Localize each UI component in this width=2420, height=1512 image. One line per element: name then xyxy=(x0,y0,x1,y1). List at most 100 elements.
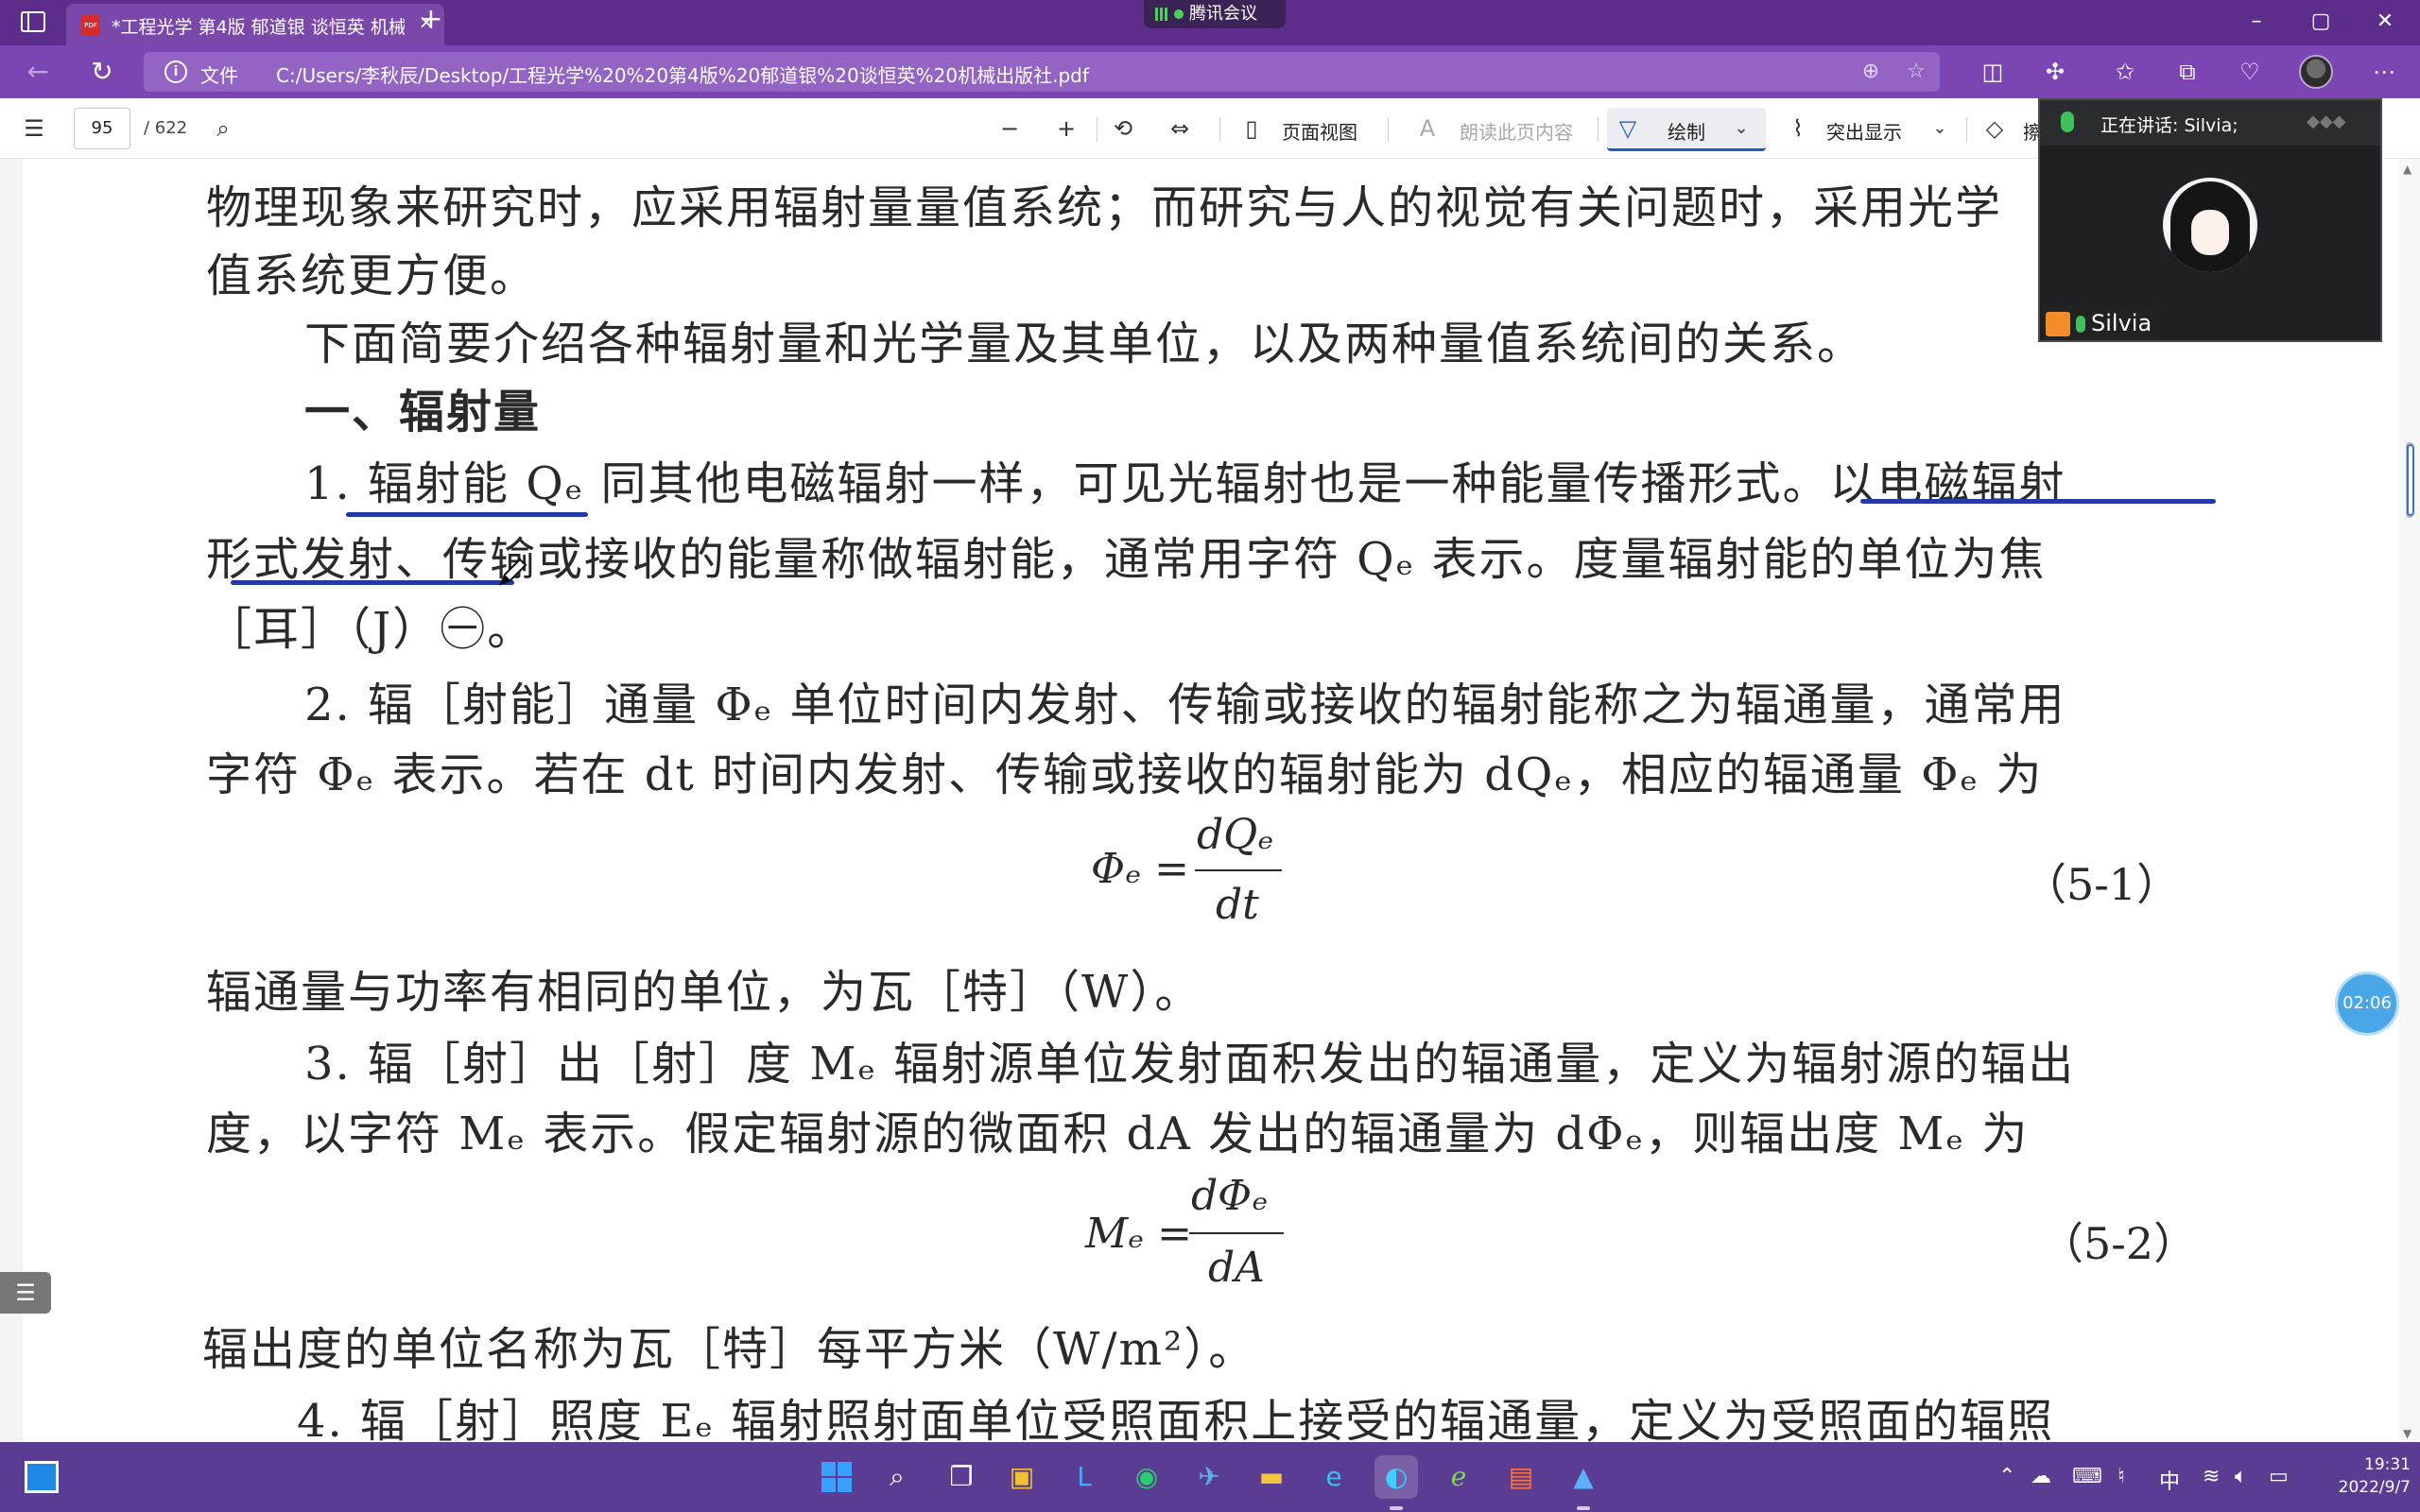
widgets-icon[interactable] xyxy=(25,1461,59,1493)
participant-name: Silvia xyxy=(2091,310,2152,336)
battery-icon[interactable]: ▭ xyxy=(2269,1465,2289,1488)
puzzle-icon[interactable]: ✣ xyxy=(2040,57,2070,87)
collections-icon[interactable]: ⧉ xyxy=(2172,57,2203,87)
mic-icon xyxy=(2076,316,2085,333)
wechat-icon[interactable]: ◉ xyxy=(1125,1455,1168,1499)
zoom-out-button[interactable]: − xyxy=(994,113,1025,144)
text-line: 辐出度的单位名称为瓦［特］每平方米（W/m²）。 xyxy=(202,1323,1256,1376)
meeting-app-label: 腾讯会议 xyxy=(1189,4,1257,24)
address-bar[interactable]: i 文件 C:/Users/李秋辰/Desktop/工程光学%20%20第4版%… xyxy=(144,52,1940,92)
scroll-down-icon[interactable]: ▼ xyxy=(2403,1427,2411,1440)
system-clock[interactable]: 19:31 2022/9/7 xyxy=(2307,1453,2411,1499)
divider xyxy=(1097,117,1098,142)
read-aloud-icon[interactable]: A xyxy=(1412,113,1443,144)
meeting-video-window[interactable]: 正在讲话: Silvia; ◆◆◆ Silvia xyxy=(2038,98,2382,342)
minimize-button[interactable]: – xyxy=(2235,8,2278,36)
tray-overflow-icon[interactable]: ⌃ xyxy=(1998,1465,2015,1488)
vertical-scrollbar[interactable]: ▲ ▼ xyxy=(2399,159,2420,1442)
task-view-icon[interactable]: ❐ xyxy=(940,1455,983,1499)
equation-denominator: dt xyxy=(1216,881,1259,929)
chevron-down-icon[interactable]: ⌄ xyxy=(1726,113,1756,144)
favorite-add-icon[interactable]: ☆ xyxy=(1902,58,1930,86)
text-line: 3. 辐［射］出［射］度 Mₑ 辐射源单位发射面积发出的辐通量，定义为辐射源的辐… xyxy=(304,1038,2076,1091)
chevron-down-icon[interactable]: ⌄ xyxy=(1925,113,1955,144)
taskbar: ⌕ ❐ ▣ L ◉ ✈ ▬ e ◐ ℯ ▤ ▲ ⌃ ☁ ⌨ ♮ 中 ≋ 🔈︎ ▭… xyxy=(0,1442,2420,1512)
ime-indicator[interactable]: 中 xyxy=(2159,1465,2180,1495)
ink-underline[interactable] xyxy=(231,580,514,585)
search-icon[interactable]: ⌕ xyxy=(875,1455,919,1499)
divider xyxy=(1598,117,1599,142)
equation-numerator: dΦₑ xyxy=(1191,1172,1269,1220)
equation-denominator: dA xyxy=(1208,1244,1265,1292)
text-line: 下面简要介绍各种辐射量和光学量及其单位，以及两种量值系统间的关系。 xyxy=(304,318,1865,370)
new-tab-button[interactable]: + xyxy=(416,6,446,36)
tencent-meeting-icon[interactable]: ▲ xyxy=(1562,1455,1605,1499)
read-aloud-button[interactable]: 朗读此页内容 xyxy=(1460,117,1573,145)
more-menu-icon[interactable]: ⋯ xyxy=(2369,57,2399,87)
volume-icon[interactable]: 🔈︎ xyxy=(2235,1465,2247,1488)
meeting-logo-icon: ◆◆◆ xyxy=(2307,112,2346,131)
tab-actions-icon[interactable] xyxy=(21,11,45,32)
tab-active[interactable]: PDF *工程光学 第4版 郁道银 谈恒英 机械 × xyxy=(66,4,444,45)
app-l-icon[interactable]: L xyxy=(1063,1455,1106,1499)
participant-name-tag: Silvia xyxy=(2042,306,2162,340)
back-arrow-icon[interactable]: ← xyxy=(21,55,55,89)
speaking-label: 正在讲话: Silvia; xyxy=(2100,115,2238,136)
active-indicator xyxy=(1390,1506,1403,1510)
favorites-icon[interactable]: ✩ xyxy=(2110,57,2140,87)
edge-icon[interactable]: e xyxy=(1312,1455,1356,1499)
info-icon[interactable]: i xyxy=(164,60,187,83)
draw-label: 绘制 xyxy=(1668,121,1705,144)
store-icon[interactable]: ▣ xyxy=(1000,1455,1044,1499)
twitter-icon[interactable]: ✈ xyxy=(1187,1455,1231,1499)
page-view-icon[interactable]: ▯ xyxy=(1236,113,1267,144)
url-text[interactable]: C:/Users/李秋辰/Desktop/工程光学%20%20第4版%20郁道银… xyxy=(276,60,1089,88)
text-line: 形式发射、传输或接收的能量称做辐射能，通常用字符 Qₑ 表示。度量辐射能的单位为… xyxy=(206,533,2047,586)
refresh-icon[interactable]: ↻ xyxy=(85,55,119,89)
text-line: 辐通量与功率有相同的单位，为瓦［特］（W）。 xyxy=(206,966,1202,1019)
scroll-up-icon[interactable]: ▲ xyxy=(2403,163,2411,176)
equation-number: （5-1） xyxy=(2023,859,2181,910)
page-number-input[interactable]: 95 xyxy=(74,108,130,149)
scroll-position-marker[interactable] xyxy=(2407,444,2414,516)
pdf-reader-icon[interactable]: ▤ xyxy=(1499,1455,1543,1499)
participant-avatar xyxy=(2163,178,2257,272)
ink-underline[interactable] xyxy=(346,512,588,517)
browser-essentials-icon[interactable]: ♡ xyxy=(2235,57,2265,87)
edge-beta-icon[interactable]: ◐ xyxy=(1374,1455,1418,1499)
meeting-timer[interactable]: 02:06 xyxy=(2335,971,2399,1036)
text-line: 2. 辐［射能］通量 Φₑ 单位时间内发射、传输或接收的辐射能称之为辐通量，通常… xyxy=(304,679,2066,731)
profile-avatar[interactable] xyxy=(2299,55,2333,89)
ink-underline[interactable] xyxy=(1860,499,2216,504)
microphone-icon[interactable]: ♮ xyxy=(2118,1465,2125,1488)
equation-lhs: Φₑ = xyxy=(1091,845,1189,893)
zoom-icon[interactable]: ⊕ xyxy=(1857,58,1885,86)
eraser-icon[interactable]: ◇ xyxy=(1979,113,2010,144)
close-button[interactable]: ✕ xyxy=(2363,8,2407,36)
search-icon[interactable]: ⌕ xyxy=(208,113,238,144)
rotate-icon[interactable]: ⟲ xyxy=(1108,113,1138,144)
table-of-contents-icon[interactable]: ☰ xyxy=(19,113,49,144)
file-explorer-icon[interactable]: ▬ xyxy=(1250,1455,1293,1499)
ie-icon[interactable]: ℯ xyxy=(1437,1455,1480,1499)
meeting-indicator[interactable]: 腾讯会议 xyxy=(1144,0,1286,28)
fit-width-icon[interactable]: ⇔ xyxy=(1165,113,1195,144)
pen-cursor-icon xyxy=(499,558,527,586)
divider xyxy=(1388,117,1389,142)
active-indicator xyxy=(1577,1506,1590,1510)
maximize-button[interactable]: ▢ xyxy=(2299,8,2342,36)
onedrive-icon[interactable]: ☁ xyxy=(2031,1465,2051,1488)
tab-title: *工程光学 第4版 郁道银 谈恒英 机械 xyxy=(112,17,405,38)
wifi-icon[interactable]: ≋ xyxy=(2203,1465,2220,1488)
keyboard-icon[interactable]: ⌨ xyxy=(2072,1465,2102,1488)
pdf-page[interactable]: 物理现象来研究时，应采用辐射量量值系统；而研究与人的视觉有关问题时，采用光学 值… xyxy=(23,159,2399,1442)
extension-icon[interactable]: ◫ xyxy=(1978,57,2008,87)
zoom-in-button[interactable]: + xyxy=(1051,113,1081,144)
outline-toggle-icon[interactable]: ☰ xyxy=(0,1272,51,1314)
text-line: 物理现象来研究时，应采用辐射量量值系统；而研究与人的视觉有关问题时，采用光学 xyxy=(206,181,2003,234)
highlighter-icon[interactable]: ⌇ xyxy=(1783,113,1813,144)
highlight-button[interactable]: 突出显示 xyxy=(1826,117,1902,145)
page-view-button[interactable]: 页面视图 xyxy=(1282,117,1357,145)
start-menu-icon[interactable] xyxy=(815,1455,858,1499)
draw-button[interactable]: ▽ 绘制 ⌄ xyxy=(1607,108,1766,151)
